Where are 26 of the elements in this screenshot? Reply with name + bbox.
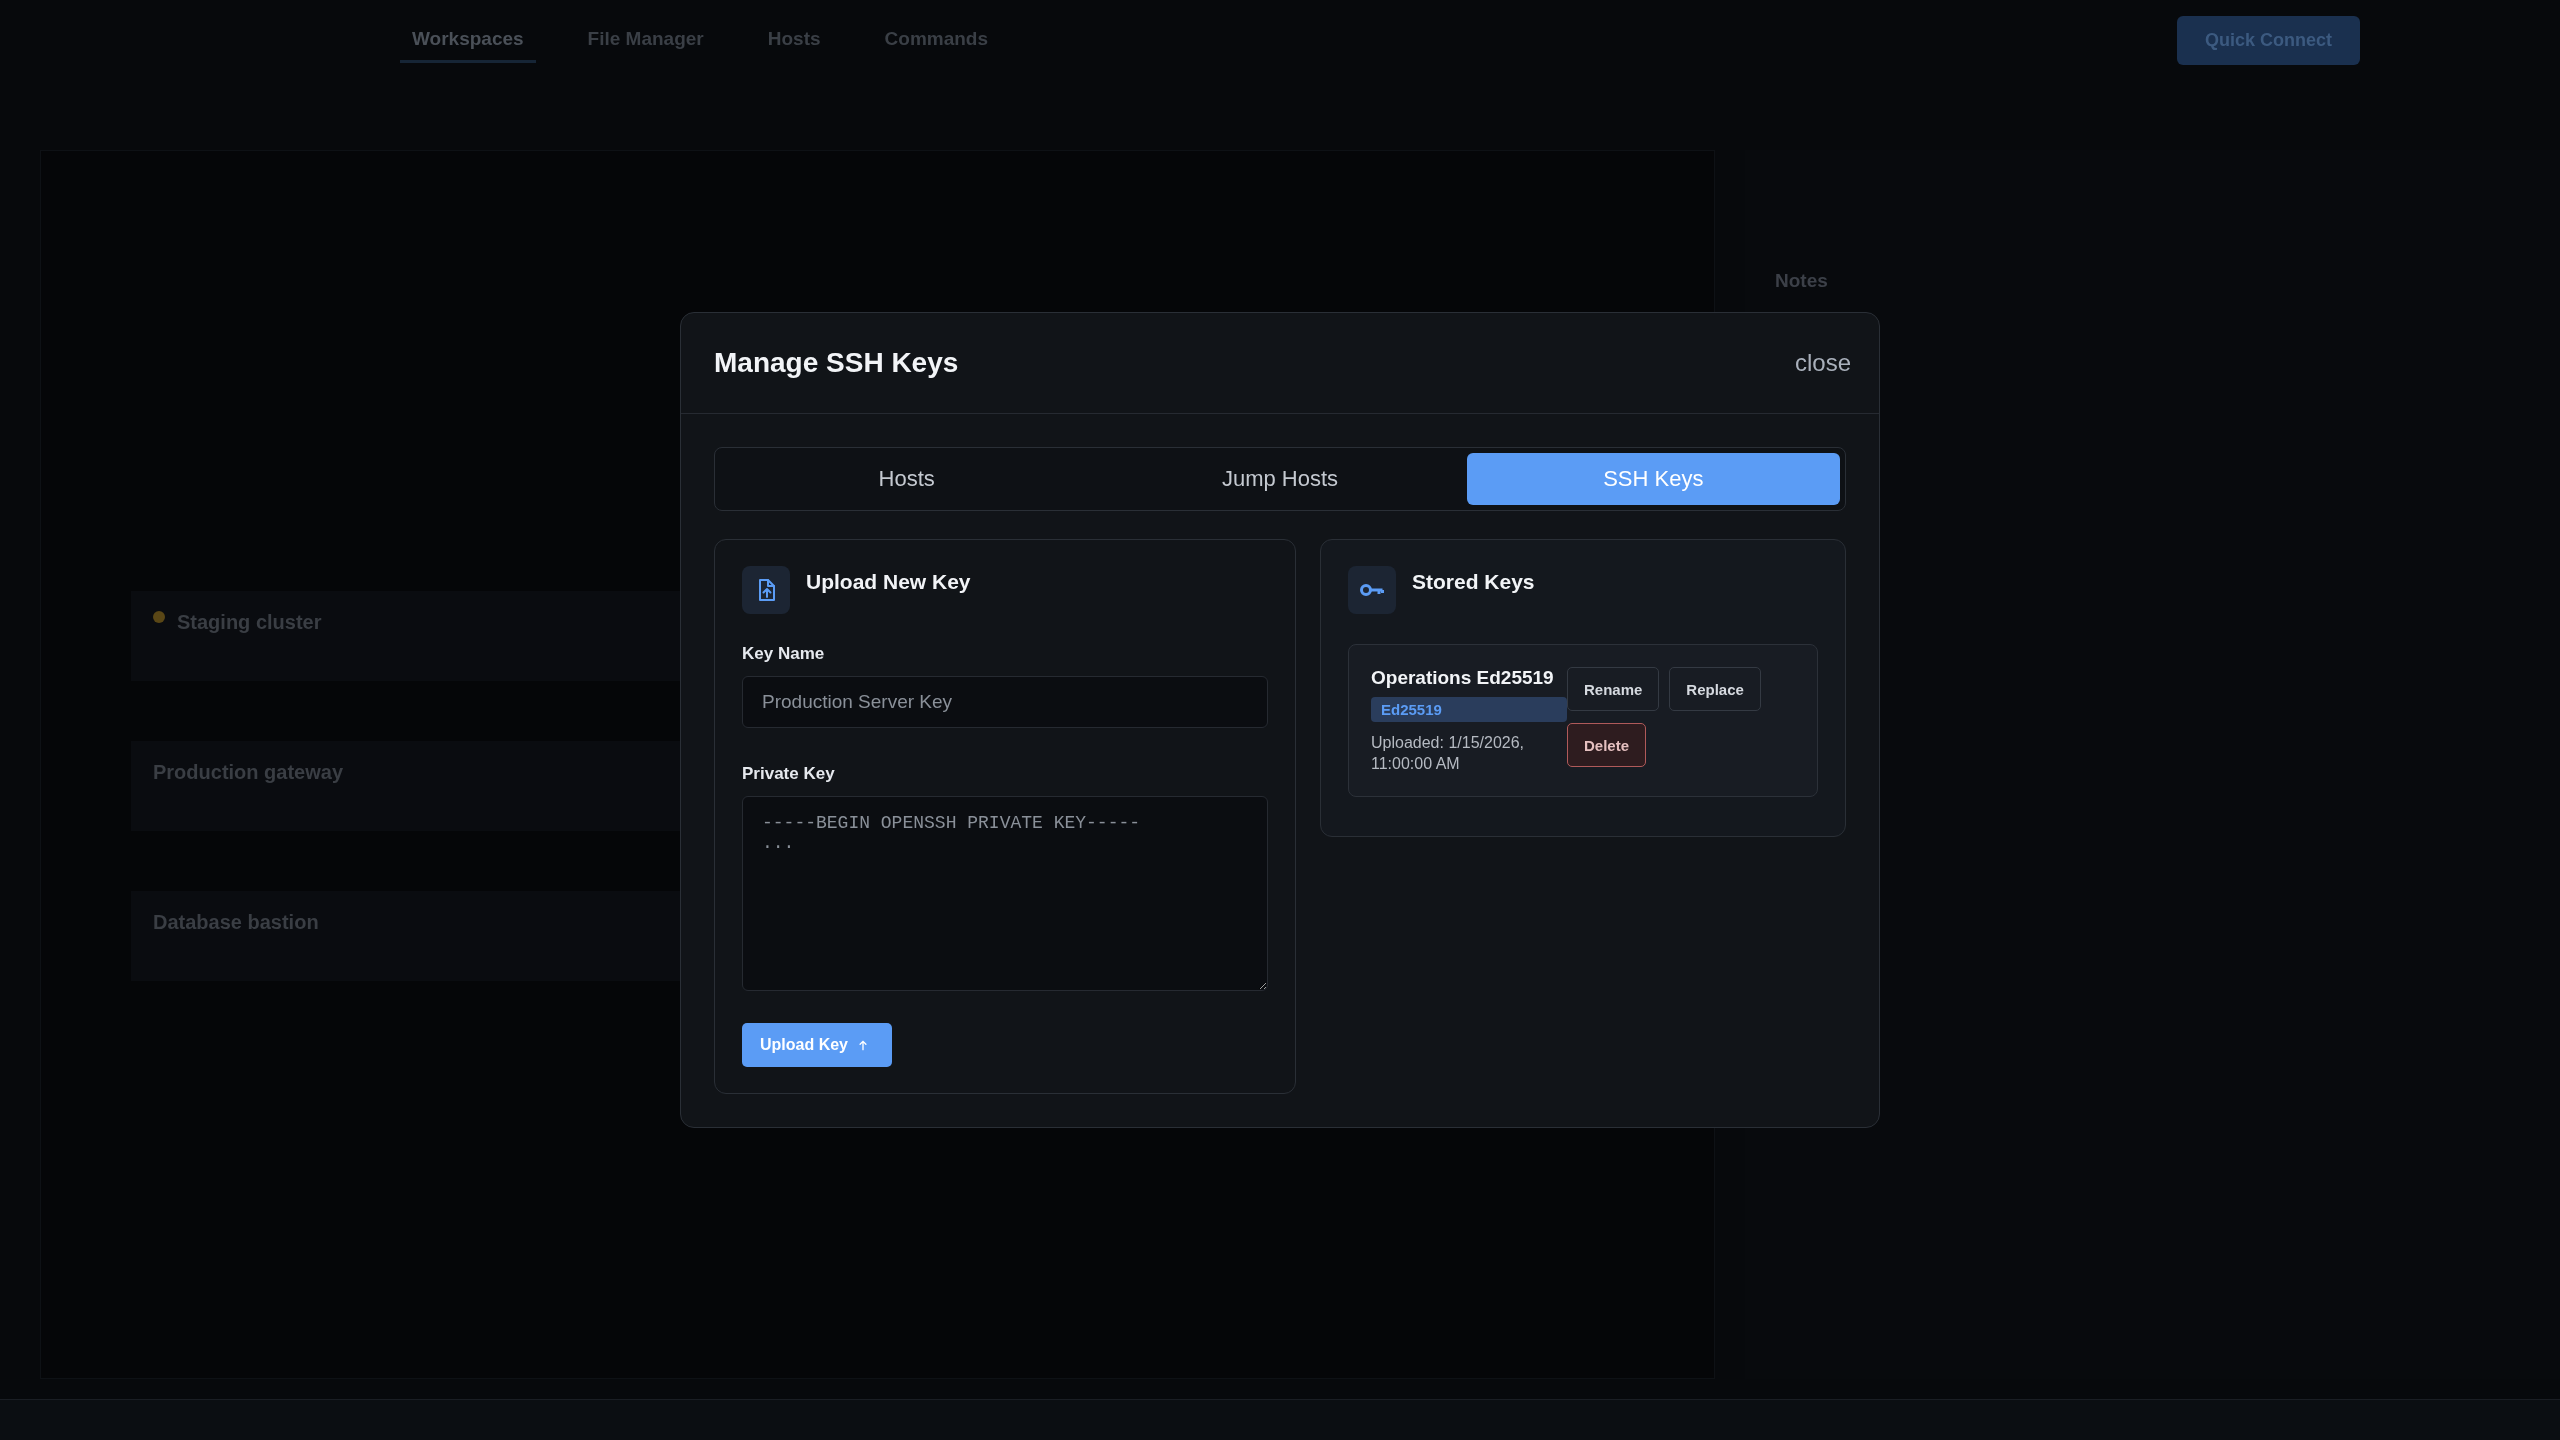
upload-key-button[interactable]: Upload Key xyxy=(742,1023,892,1067)
upload-date: Uploaded: 1/15/2026, 11:00:00 AM xyxy=(1371,733,1525,774)
card-title: Stored Keys xyxy=(1412,570,1535,594)
tab[interactable]: Jump Hosts xyxy=(1093,453,1467,505)
tab[interactable]: SSH Keys xyxy=(1466,453,1840,505)
key-name-field[interactable]: Production Server Key xyxy=(742,676,1268,729)
key-name: Operations Ed25519 xyxy=(1371,667,1555,689)
nav-tab[interactable]: Commands xyxy=(872,17,1001,63)
dialog-title: Manage SSH Keys xyxy=(714,347,959,379)
notes-title: Notes xyxy=(1775,270,1828,291)
close-button[interactable]: close xyxy=(1788,348,1857,378)
upload-arrow-icon xyxy=(858,1038,868,1052)
tab[interactable]: Hosts xyxy=(720,453,1094,505)
nav-tab[interactable]: File Manager xyxy=(575,17,716,63)
key-action-button[interactable]: Rename xyxy=(1567,667,1660,711)
key-type-tag: Ed25519 xyxy=(1371,697,1567,722)
key-action-button[interactable]: Replace xyxy=(1669,667,1761,711)
field-label: Private Key xyxy=(742,764,836,785)
file-upload-icon xyxy=(742,566,790,614)
nav-tab[interactable]: Workspaces xyxy=(400,17,536,63)
card-title: Upload New Key xyxy=(806,570,971,594)
delete-button[interactable]: Delete xyxy=(1567,723,1647,767)
private-key-field[interactable]: -----BEGIN OPENSSH PRIVATE KEY----- ... xyxy=(742,796,1268,992)
key-icon xyxy=(1348,566,1396,614)
nav-tab[interactable]: Hosts xyxy=(755,17,833,63)
field-label: Key Name xyxy=(742,644,826,664)
